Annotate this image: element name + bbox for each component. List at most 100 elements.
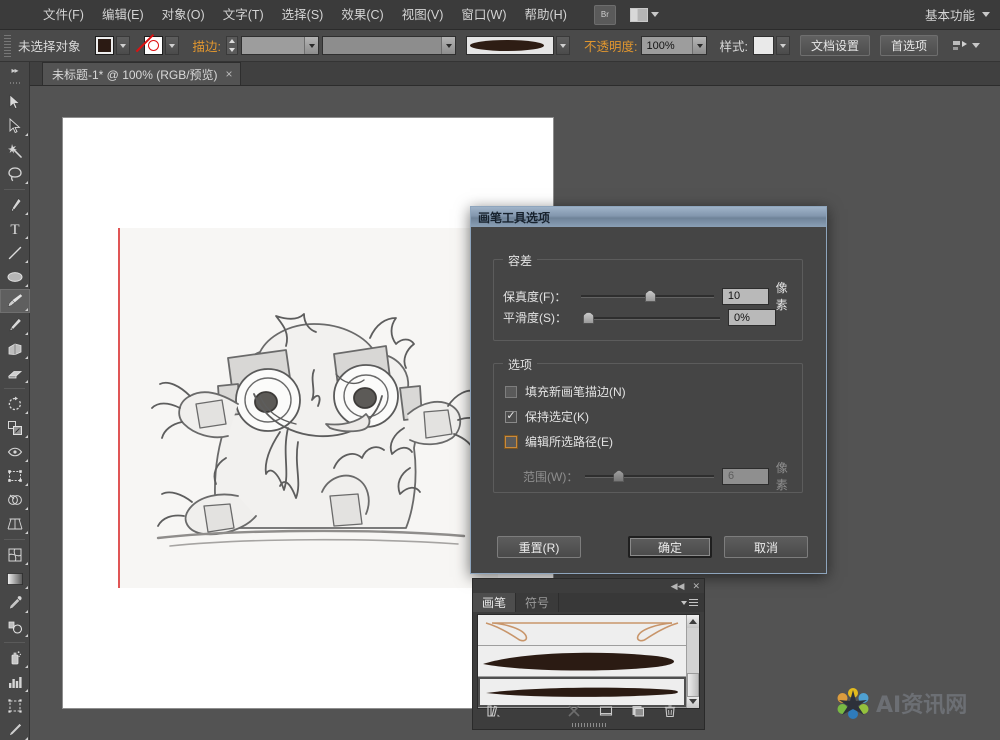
brushes-panel-tabs: 画笔 符号 [473,593,704,612]
stroke-weight-label[interactable]: 描边: [193,36,221,55]
keep-selected-row[interactable]: ✓ 保持选定(K) [505,408,589,425]
paintbrush-tool[interactable] [0,289,30,313]
ellipse-tool[interactable] [0,265,30,289]
cancel-button[interactable]: 取消 [724,536,808,558]
artboard-tool[interactable] [0,694,30,718]
pen-tool[interactable] [0,193,30,217]
dialog-title-bar[interactable]: 画笔工具选项 [471,207,826,227]
stroke-swatch-none-icon[interactable] [143,36,163,55]
close-icon[interactable]: × [226,68,233,80]
opacity-combo[interactable]: 100% [641,36,708,55]
scrollbar-track[interactable] [687,628,699,697]
brushes-list[interactable] [477,614,700,709]
menu-edit[interactable]: 编辑(E) [93,0,153,30]
delete-brush-icon[interactable] [657,704,683,718]
slice-tool[interactable] [0,718,30,740]
tab-brushes[interactable]: 画笔 [473,593,517,612]
fidelity-slider[interactable] [580,289,714,303]
scroll-up-icon[interactable] [687,615,699,628]
document-tab[interactable]: 未标题-1* @ 100% (RGB/预览) × [42,62,241,85]
type-tool[interactable]: T [0,217,30,241]
fill-dropdown-arrow[interactable] [115,36,130,55]
stroke-weight-stepper[interactable] [226,36,238,55]
shape-builder-tool[interactable] [0,488,30,512]
menu-help[interactable]: 帮助(H) [516,0,576,30]
menu-type[interactable]: 文字(T) [214,0,273,30]
brush-definition-combo[interactable] [466,36,554,55]
brush-definition-arrow[interactable] [556,36,570,55]
panel-menu-button[interactable] [681,593,704,612]
stroke-dropdown-arrow[interactable] [164,36,179,55]
rotate-tool[interactable] [0,392,30,416]
menu-effect[interactable]: 效果(C) [332,0,392,30]
align-panel-button[interactable] [952,39,980,53]
fill-swatch-group[interactable] [94,36,130,55]
panel-resize-gripper[interactable] [473,721,704,729]
graphic-style-swatch[interactable] [752,36,774,55]
eyedropper-tool[interactable] [0,591,30,615]
tab-symbols[interactable]: 符号 [516,593,560,612]
blob-brush-tool[interactable] [0,337,30,361]
eraser-tool[interactable] [0,361,30,385]
free-transform-tool[interactable] [0,464,30,488]
reset-button[interactable]: 重置(R) [497,536,581,558]
menu-select[interactable]: 选择(S) [273,0,333,30]
perspective-grid-tool[interactable] [0,512,30,536]
collapse-icon[interactable]: ◀◀ [671,581,685,591]
brushes-scrollbar[interactable] [686,615,699,708]
document-setup-button[interactable]: 文档设置 [799,35,870,56]
arrange-documents-button[interactable] [629,7,659,22]
ok-button[interactable]: 确定 [628,536,712,558]
menu-window[interactable]: 窗口(W) [452,0,515,30]
pencil-tool[interactable] [0,313,30,337]
gradient-tool[interactable] [0,567,30,591]
line-segment-tool[interactable] [0,241,30,265]
column-graph-tool[interactable] [0,670,30,694]
menu-view[interactable]: 视图(V) [393,0,453,30]
smoothness-slider[interactable] [583,311,720,325]
tools-panel-collapse-icon[interactable]: ▸▸ [0,62,29,78]
mesh-tool[interactable] [0,543,30,567]
close-icon[interactable]: ✕ [692,581,700,591]
brush-item-calligraphic[interactable] [478,615,686,646]
control-bar-gripper[interactable] [4,34,11,57]
stroke-profile-combo[interactable] [322,36,456,55]
symbol-sprayer-tool[interactable] [0,646,30,670]
magic-wand-tool[interactable] [0,138,30,162]
fidelity-label: 保真度(F)： [503,289,567,304]
fill-new-brush-strokes-row[interactable]: 填充新画笔描边(N) [505,383,626,400]
options-of-selected-object-icon[interactable] [593,704,619,718]
fidelity-input[interactable]: 10 [721,287,769,305]
brush-tool-options-dialog: 画笔工具选项 容差 保真度(F)： 10 像素 平滑度(S)： 0% 选项 填充… [470,206,827,574]
workspace-switcher[interactable]: 基本功能 [925,5,1000,24]
edit-selected-paths-checkbox[interactable] [505,435,517,448]
opacity-label[interactable]: 不透明度: [584,36,637,55]
preferences-button[interactable]: 首选项 [879,35,938,56]
direct-selection-tool[interactable] [0,114,30,138]
selection-tool[interactable] [0,90,30,114]
scale-tool[interactable] [0,416,30,440]
brush-preview-icon [470,40,544,51]
brush-item-thick-tapered[interactable] [478,646,686,677]
brushes-panel-header: ◀◀ ✕ [473,579,704,593]
scrollbar-thumb[interactable] [687,673,699,697]
stroke-weight-combo[interactable] [241,36,319,55]
bridge-icon[interactable]: Br [593,4,616,25]
brush-libraries-menu-icon[interactable] [481,704,507,718]
fill-new-brush-strokes-checkbox[interactable] [505,385,517,398]
tools-panel-gripper[interactable] [8,78,21,87]
smoothness-input[interactable]: 0% [728,309,776,326]
watermark-text: AI资讯网 [876,693,968,718]
menu-file[interactable]: 文件(F) [34,0,93,30]
width-tool[interactable] [0,440,30,464]
new-brush-icon[interactable] [625,704,651,718]
edit-selected-paths-row[interactable]: 编辑所选路径(E) [505,433,613,450]
keep-selected-checkbox[interactable]: ✓ [505,410,517,423]
blend-tool[interactable] [0,615,30,639]
graphic-style-arrow[interactable] [775,36,790,55]
menu-object[interactable]: 对象(O) [153,0,214,30]
lasso-tool[interactable] [0,162,30,186]
watermark: AI资讯网 [836,686,990,720]
fill-swatch[interactable] [94,36,114,55]
stroke-swatch-group[interactable] [143,36,179,55]
